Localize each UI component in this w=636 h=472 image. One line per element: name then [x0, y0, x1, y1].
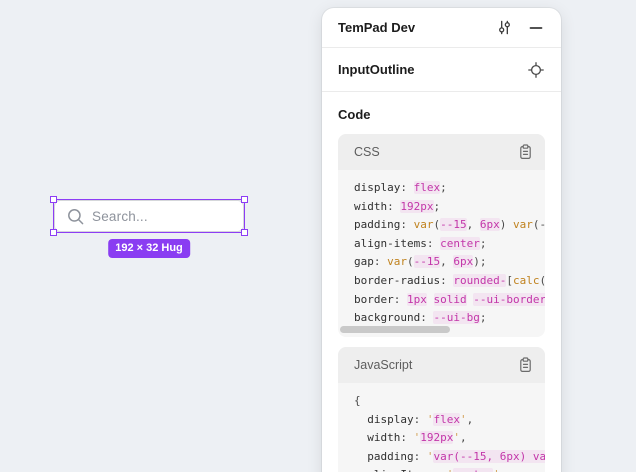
dimensions-badge: 192 × 32 Hug: [108, 239, 190, 258]
code-line: align-items: center;: [354, 235, 545, 254]
panel-title: TemPad Dev: [338, 20, 481, 35]
minimize-icon[interactable]: [527, 19, 545, 37]
search-placeholder: Search...: [92, 209, 148, 224]
js-block-label: JavaScript: [354, 358, 516, 372]
code-line: border-radius: rounded-[calc(v: [354, 272, 545, 291]
selection-handle-bottom-right[interactable]: [241, 229, 248, 236]
css-block-label: CSS: [354, 145, 516, 159]
code-line: display: 'flex',: [354, 411, 545, 430]
code-line: display: flex;: [354, 179, 545, 198]
horizontal-scrollbar[interactable]: [340, 326, 450, 333]
selection-handle-top-left[interactable]: [50, 196, 57, 203]
tempad-dev-panel: TemPad Dev InputOutline: [322, 8, 561, 472]
code-line: border: 1px solid --ui-border-: [354, 291, 545, 310]
css-block-header: CSS: [338, 134, 545, 170]
css-code: display: flex;width: 192px;padding: var(…: [338, 170, 545, 337]
copy-icon[interactable]: [516, 143, 534, 161]
code-section-title: Code: [338, 107, 545, 122]
code-section: Code CSS display: flex;width: 192px;padd…: [322, 107, 561, 472]
panel-header[interactable]: TemPad Dev: [322, 8, 561, 48]
code-line: width: 192px;: [354, 198, 545, 217]
search-input-component[interactable]: Search...: [54, 200, 244, 232]
copy-icon[interactable]: [516, 356, 534, 374]
js-block-header: JavaScript: [338, 347, 545, 383]
selection-row: InputOutline: [322, 48, 561, 92]
selection-handle-top-right[interactable]: [241, 196, 248, 203]
code-line: gap: var(--15, 6px);: [354, 253, 545, 272]
sliders-icon[interactable]: [495, 19, 513, 37]
code-line: padding: var(--15, 6px) var(--: [354, 216, 545, 235]
target-icon[interactable]: [527, 61, 545, 79]
js-code: { display: 'flex', width: '192px', paddi…: [338, 383, 545, 472]
css-code-block: CSS display: flex;width: 192px;padding: …: [338, 134, 545, 337]
search-icon: [67, 208, 84, 225]
code-line: background: --ui-bg;: [354, 309, 545, 328]
selected-node-name: InputOutline: [338, 62, 527, 77]
code-line: padding: 'var(--15, 6px) var(: [354, 448, 545, 467]
js-code-block: JavaScript { display: 'flex', width: '19…: [338, 347, 545, 472]
code-line: alignItems: 'center',: [354, 466, 545, 472]
code-line: width: '192px',: [354, 429, 545, 448]
selection-handle-bottom-left[interactable]: [50, 229, 57, 236]
selected-component[interactable]: Search... 192 × 32 Hug: [54, 200, 244, 232]
code-line: {: [354, 392, 545, 411]
